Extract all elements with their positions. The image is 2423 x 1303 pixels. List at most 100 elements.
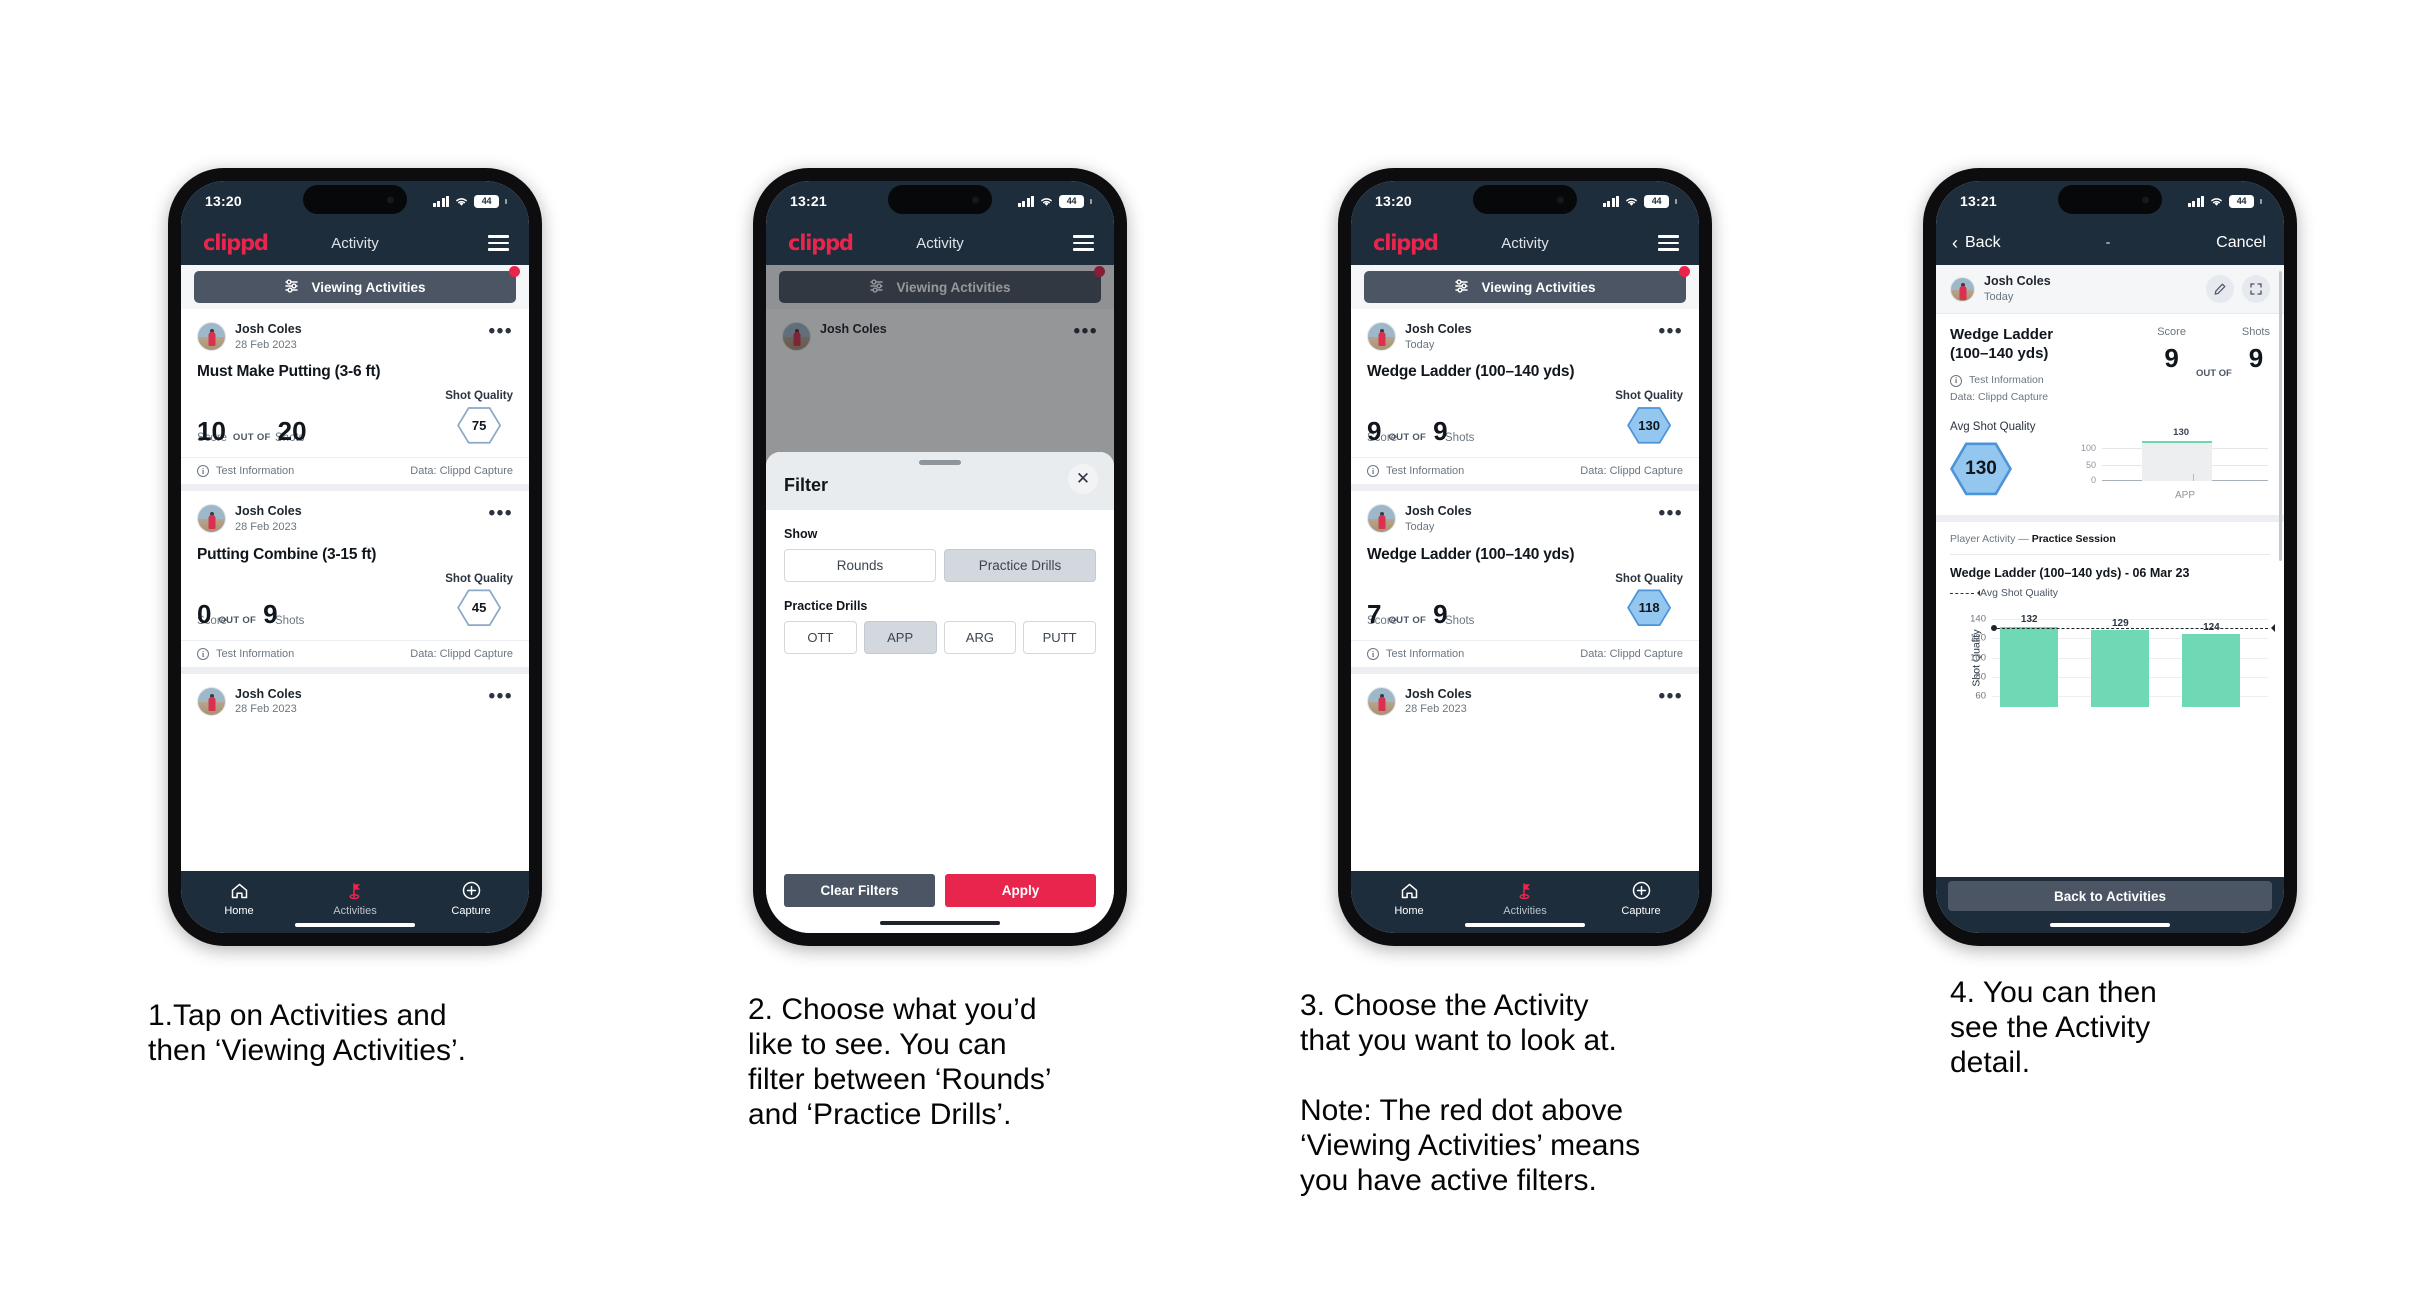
shots-label: Shots — [2241, 326, 2270, 339]
test-information[interactable]: i Test Information — [1367, 465, 1464, 478]
tab-activities[interactable]: Activities — [1467, 880, 1583, 917]
more-options-icon[interactable]: ••• — [1659, 504, 1683, 523]
test-information[interactable]: i Test Information — [197, 465, 294, 478]
hamburger-icon[interactable] — [1658, 235, 1679, 251]
option-putt[interactable]: PUTT — [1023, 620, 1096, 654]
option-label: PUTT — [1042, 629, 1077, 645]
option-app[interactable]: APP — [863, 620, 937, 654]
viewing-activities-label: Viewing Activities — [311, 279, 426, 295]
expand-icon[interactable] — [2242, 275, 2270, 304]
mini-ytick: 0 — [2090, 475, 2096, 486]
status-time: 13:20 — [205, 193, 242, 209]
shots-value: 9 — [2248, 343, 2264, 374]
test-info-label: Test Information — [216, 647, 295, 660]
viewing-activities-button[interactable]: Viewing Activities — [1364, 271, 1686, 303]
tab-home[interactable]: Home — [1351, 880, 1467, 917]
tutorial-board: 13:20 44 clippd Activity Viewing Activit… — [0, 0, 2423, 1303]
home-indicator — [880, 920, 1000, 925]
activity-title: Must Make Putting (3-6 ft) — [197, 363, 381, 381]
avatar — [197, 686, 226, 716]
option-ott[interactable]: OTT — [784, 620, 857, 654]
more-options-icon[interactable]: ••• — [1659, 687, 1683, 706]
camera-lens-icon — [972, 196, 979, 203]
activity-card[interactable]: Josh Coles Today ••• Wedge Ladder (100–1… — [1351, 491, 1699, 667]
dashed-line-icon — [1950, 590, 1980, 597]
option-rounds[interactable]: Rounds — [784, 548, 936, 582]
ytick: 60 — [1975, 690, 1986, 702]
phone-4-activity-detail: 13:21 44 ‹ Back Cancel Josh Coles Today … — [1923, 168, 2297, 946]
activity-card[interactable]: Josh Coles Today ••• Wedge Ladder (100–1… — [1351, 309, 1699, 485]
option-practice-drills[interactable]: Practice Drills — [944, 548, 1096, 582]
detail-scroll-area[interactable]: Josh Coles Today Wedge Ladder (100–140 y… — [1936, 265, 2284, 877]
activity-feed[interactable]: Josh Coles Today ••• Wedge Ladder (100–1… — [1351, 309, 1699, 871]
close-icon[interactable]: ✕ — [1068, 464, 1098, 494]
more-options-icon[interactable]: ••• — [489, 322, 513, 341]
shot-quality-value: 118 — [1629, 591, 1670, 625]
viewing-activities-button[interactable]: Viewing Activities — [194, 271, 516, 303]
sheet-grabber[interactable] — [919, 460, 961, 465]
cellular-signal-icon — [432, 195, 449, 207]
cellular-signal-icon — [1017, 195, 1034, 207]
caption-step-1: 1.Tap on Activities and then ‘Viewing Ac… — [148, 999, 466, 1068]
data-source-label: Data: Clippd Capture — [1580, 465, 1683, 478]
back-to-activities-button[interactable]: Back to Activities — [1948, 881, 2272, 911]
detail-nav-bar: ‹ Back Cancel — [1936, 221, 2284, 265]
activity-card[interactable]: Josh Coles 28 Feb 2023 ••• Putting Combi… — [181, 491, 529, 667]
option-arg[interactable]: ARG — [943, 620, 1017, 654]
shot-quality-label: Shot Quality — [1615, 390, 1683, 403]
test-information[interactable]: i Test Information — [1367, 647, 1464, 660]
back-to-activities-label: Back to Activities — [2053, 888, 2167, 904]
back-button[interactable]: ‹ Back — [1952, 234, 2001, 252]
hamburger-icon[interactable] — [1073, 235, 1094, 251]
card-divider — [1351, 484, 1699, 492]
hamburger-icon[interactable] — [488, 235, 509, 251]
activity-card[interactable]: Josh Coles 28 Feb 2023 ••• — [1351, 673, 1699, 718]
activity-date: Today — [1405, 338, 1435, 351]
apply-button[interactable]: Apply — [945, 874, 1096, 907]
camera-lens-icon — [387, 196, 394, 203]
notch — [1473, 185, 1577, 214]
tab-activities[interactable]: Activities — [297, 880, 413, 917]
out-of-label: OUT OF — [1388, 614, 1427, 626]
session-section: Player Activity — Practice Session Wedge… — [1936, 522, 2284, 599]
tab-home[interactable]: Home — [181, 880, 297, 917]
cellular-signal-icon — [1602, 195, 1619, 207]
card-divider — [181, 484, 529, 492]
plus-circle-icon — [1583, 880, 1699, 902]
mini-ytick: 100 — [2080, 442, 2096, 453]
scrollbar[interactable] — [2279, 271, 2282, 561]
score-value: 9 — [2164, 343, 2179, 374]
cancel-button[interactable]: Cancel — [2216, 234, 2266, 252]
battery-level: 44 — [1644, 194, 1669, 208]
home-icon — [1351, 880, 1467, 902]
pencil-icon[interactable] — [2206, 275, 2234, 304]
session-kind: Practice Session — [2031, 533, 2116, 546]
avg-shot-quality-label: Avg Shot Quality — [1950, 421, 2036, 434]
cellular-signal-icon — [2187, 195, 2204, 207]
test-information[interactable]: i Test Information — [1950, 373, 2068, 389]
home-indicator — [295, 922, 415, 927]
avatar — [1367, 322, 1396, 351]
clippd-logo: clippd — [1373, 231, 1439, 255]
more-options-icon[interactable]: ••• — [1659, 322, 1683, 341]
more-options-icon[interactable]: ••• — [489, 504, 513, 523]
shot-quality-value: 45 — [459, 591, 500, 625]
user-name: Josh Coles — [1984, 274, 2051, 288]
caption-step-4: 4. You can then see the Activity detail. — [1950, 976, 2157, 1080]
more-options-icon[interactable]: ••• — [489, 687, 513, 706]
ytick: 120 — [1970, 632, 1986, 644]
home-indicator — [1465, 922, 1585, 927]
activity-card[interactable]: Josh Coles 28 Feb 2023 ••• Must Make Put… — [181, 309, 529, 485]
tab-capture[interactable]: Capture — [1583, 880, 1699, 917]
info-icon: i — [197, 647, 209, 660]
status-time: 13:21 — [790, 193, 827, 209]
avg-shot-quality-hexagon: 130 — [1950, 442, 2012, 496]
clear-filters-button[interactable]: Clear Filters — [784, 874, 935, 907]
golf-flag-icon — [1467, 880, 1583, 902]
activity-card[interactable]: Josh Coles 28 Feb 2023 ••• — [181, 673, 529, 718]
card-divider — [181, 666, 529, 674]
test-information[interactable]: i Test Information — [197, 647, 295, 660]
activity-feed[interactable]: Josh Coles 28 Feb 2023 ••• Must Make Put… — [181, 309, 529, 871]
active-filters-dot — [509, 266, 520, 277]
tab-capture[interactable]: Capture — [413, 880, 529, 917]
